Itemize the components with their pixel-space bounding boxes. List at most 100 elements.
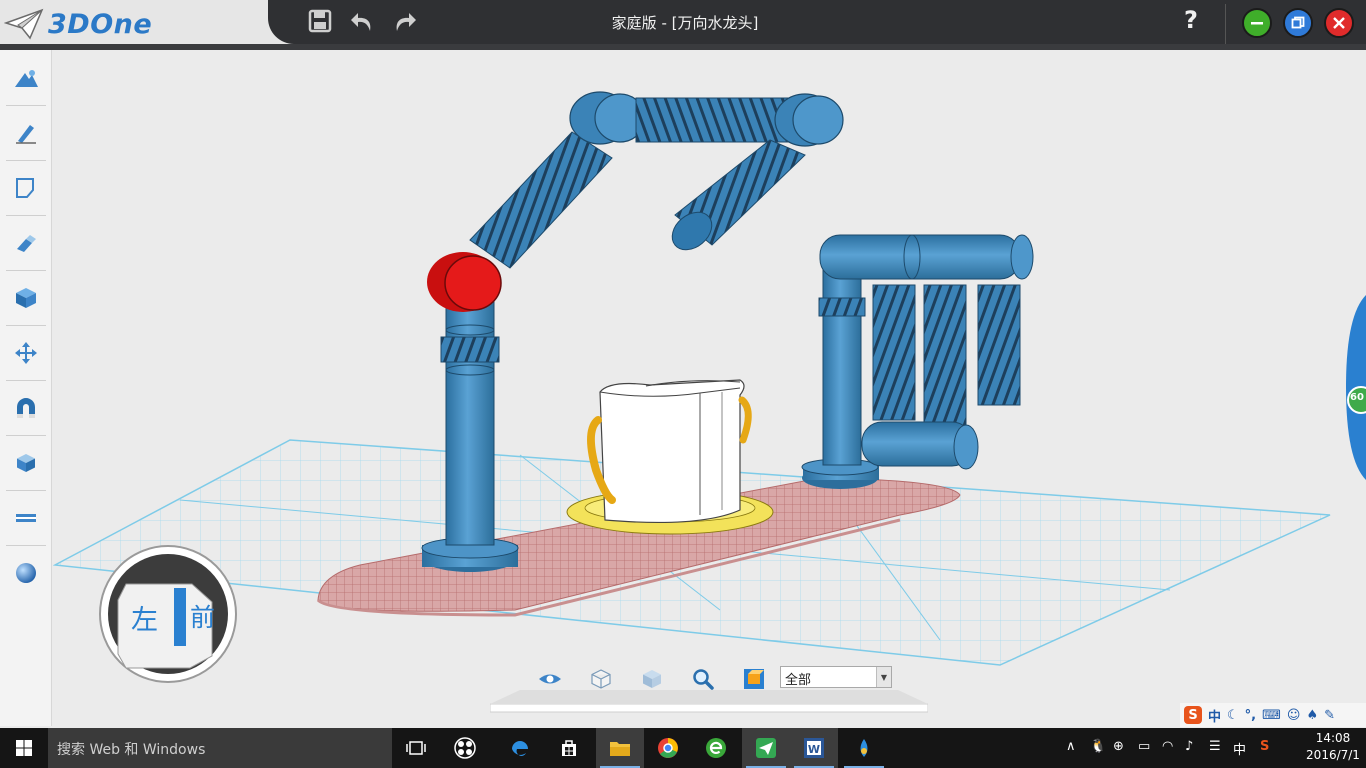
chrome-like-browser-button[interactable]: [644, 728, 692, 768]
start-button[interactable]: [0, 728, 48, 768]
ime-tools-icon[interactable]: ✎: [1324, 708, 1335, 723]
pinwheel-app-icon: [454, 737, 476, 759]
wireframe-view-button[interactable]: [588, 666, 614, 692]
sketch-edit-icon: [16, 178, 34, 198]
printer-app-icon: [860, 739, 868, 757]
minimize-button[interactable]: [1242, 8, 1272, 38]
windows-taskbar: 搜索 Web 和 Windows W ∧ 🐧 ⊕ ▭ ◠ ♪ ☰ 中 S 14:…: [0, 728, 1366, 768]
render-view-button[interactable]: [741, 666, 767, 692]
window-title: 家庭版 - [万向水龙头]: [611, 14, 759, 32]
store-button[interactable]: [545, 728, 593, 768]
display-tray-icon[interactable]: ▭: [1138, 739, 1150, 754]
app-window: 3DOne 家庭版 - [万向水龙头] ? 左 前 全部 ▼ 60 S 中 ☾ …: [0, 0, 1366, 768]
app-logo[interactable]: 3DOne: [4, 6, 152, 42]
green-e-browser-icon: [706, 738, 726, 758]
cup: [587, 379, 752, 524]
toolbar-divider: [6, 105, 46, 106]
qq-tray-icon[interactable]: 🐧: [1090, 739, 1106, 754]
measure-tool[interactable]: [6, 498, 46, 538]
chrome-like-browser-icon: [658, 738, 678, 758]
ime-mode[interactable]: 中: [1208, 706, 1221, 725]
ime-user-icon[interactable]: ☺: [1287, 708, 1301, 723]
printer-app-button[interactable]: [840, 728, 888, 768]
3d-scene: [53, 91, 1331, 666]
sketch-tool[interactable]: [6, 113, 46, 153]
basic-solid-icon: [15, 70, 38, 87]
sketch-edit-tool[interactable]: [6, 168, 46, 208]
right-panel-tab-shape: [1346, 295, 1366, 480]
magnet-icon: [17, 398, 35, 418]
render-box-icon: [744, 669, 764, 689]
title-bar-dark-panel: [268, 0, 1366, 44]
pinwheel-app-button[interactable]: [441, 728, 489, 768]
redo-button[interactable]: [391, 8, 417, 34]
close-button[interactable]: [1324, 8, 1354, 38]
shaded-view-button[interactable]: [639, 666, 665, 692]
toolbar-divider: [6, 490, 46, 491]
arm-segment-top: [635, 93, 844, 147]
ime-skin-icon[interactable]: ♠: [1306, 708, 1318, 723]
app-logo-text: 3DOne: [48, 8, 153, 40]
3d-viewport[interactable]: [53, 50, 1366, 726]
view-visibility-button[interactable]: [537, 666, 563, 692]
save-button[interactable]: [307, 8, 333, 34]
left-toolbar: [0, 50, 52, 726]
special-feature-cube-icon: [16, 288, 36, 308]
red-joint: [427, 252, 502, 312]
restore-icon: [1291, 16, 1305, 29]
action-center-icon[interactable]: ☰: [1209, 739, 1221, 754]
edge-browser-button[interactable]: [496, 728, 544, 768]
ime-punctuation-icon[interactable]: °,: [1245, 708, 1256, 723]
view-cube-front-label[interactable]: 前: [190, 598, 215, 634]
undo-button[interactable]: [350, 8, 376, 34]
view-eye-icon: [539, 674, 561, 684]
right-panel-tab[interactable]: [1342, 295, 1366, 480]
task-view-button[interactable]: [392, 728, 440, 768]
store-icon: [562, 740, 576, 756]
view-cube[interactable]: [96, 544, 244, 686]
tray-language[interactable]: 中: [1233, 739, 1246, 758]
ime-keyboard-icon[interactable]: ⌨: [1262, 708, 1281, 723]
shaded-cube-icon: [643, 670, 661, 688]
tray-expand-icon[interactable]: ∧: [1066, 739, 1076, 754]
material-sphere-icon: [16, 563, 36, 583]
view-cube-left-label[interactable]: 左: [131, 598, 158, 637]
zoom-view-button[interactable]: [690, 666, 716, 692]
clock-date[interactable]: 2016/7/1: [1302, 748, 1364, 762]
paper-plane-logo-icon: [4, 8, 44, 40]
sogou-ime-icon[interactable]: S: [1184, 706, 1202, 724]
chevron-down-icon[interactable]: ▼: [876, 667, 891, 687]
toolbar-divider: [6, 270, 46, 271]
combine-tool[interactable]: [6, 443, 46, 483]
snap-tool[interactable]: [6, 388, 46, 428]
file-explorer-icon: [610, 742, 630, 756]
feature-tool[interactable]: [6, 223, 46, 263]
help-button[interactable]: ?: [1184, 6, 1198, 34]
toolbar-divider: [6, 545, 46, 546]
file-explorer-button[interactable]: [596, 728, 644, 768]
move-tool[interactable]: [6, 333, 46, 373]
wifi-tray-icon[interactable]: ◠: [1162, 739, 1173, 754]
wireframe-cube-icon: [591, 669, 611, 689]
special-feature-tool[interactable]: [6, 278, 46, 318]
ime-toolbar[interactable]: S 中 ☾ °, ⌨ ☺ ♠ ✎: [1180, 703, 1366, 727]
restore-button[interactable]: [1283, 8, 1313, 38]
sogou-tray-icon[interactable]: S: [1260, 739, 1269, 754]
sketch-pencil-icon: [16, 125, 36, 144]
add-tray-icon[interactable]: ⊕: [1113, 739, 1124, 754]
3done-app-button[interactable]: [742, 728, 790, 768]
clock-time[interactable]: 14:08: [1308, 731, 1358, 745]
right-rack: [801, 234, 1034, 489]
word-icon: W: [804, 738, 824, 758]
volume-tray-icon[interactable]: ♪: [1185, 739, 1193, 754]
basic-solid-tool[interactable]: [6, 58, 46, 98]
toolbar-divider: [6, 215, 46, 216]
taskbar-search-box[interactable]: 搜索 Web 和 Windows: [48, 728, 392, 768]
word-button[interactable]: W: [790, 728, 838, 768]
green-e-browser-button[interactable]: [692, 728, 740, 768]
toolbar-divider: [6, 325, 46, 326]
redo-icon: [396, 13, 416, 31]
task-view-icon: [406, 741, 426, 755]
material-tool[interactable]: [6, 553, 46, 593]
ime-moon-icon[interactable]: ☾: [1227, 708, 1239, 723]
